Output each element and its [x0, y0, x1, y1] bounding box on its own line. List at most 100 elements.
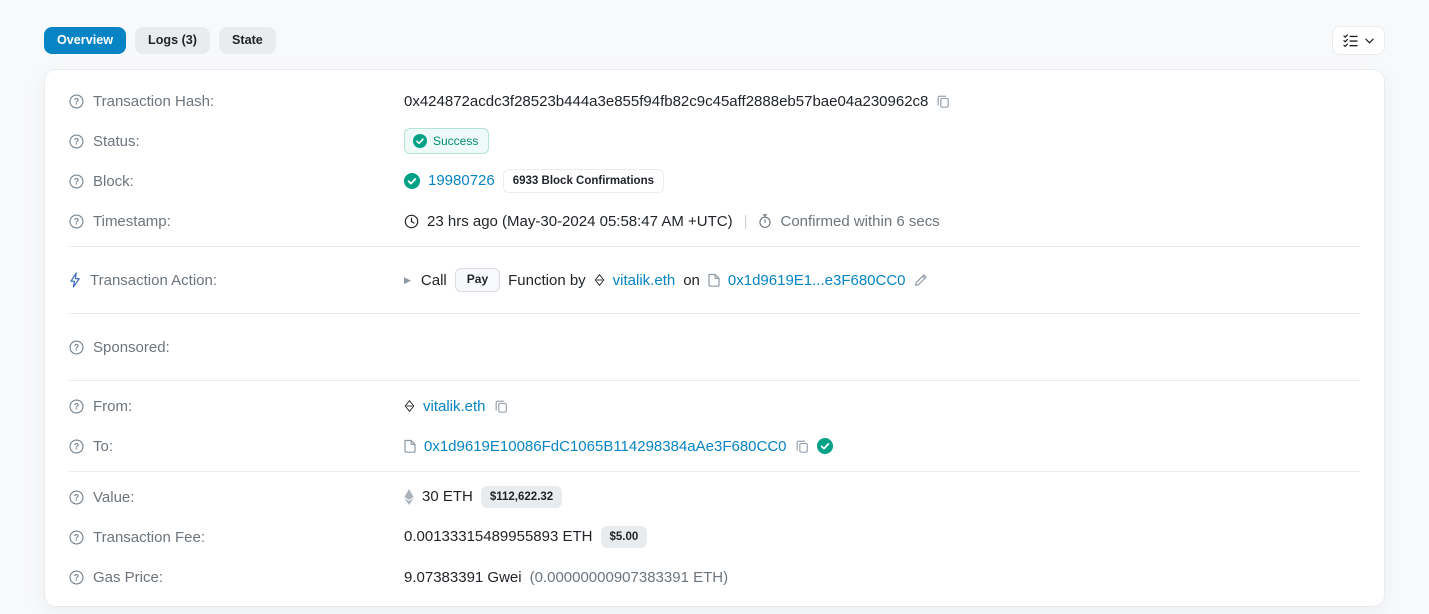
svg-text:?: ?: [74, 532, 79, 542]
transaction-hash-value: 0x424872acdc3f28523b444a3e855f94fb82c9c4…: [404, 92, 929, 110]
timestamp-label-cell: ? Timestamp:: [69, 213, 404, 230]
sponsored-label: Sponsored:: [93, 338, 170, 356]
help-icon[interactable]: ?: [69, 438, 84, 454]
help-icon[interactable]: ?: [69, 93, 84, 109]
help-icon[interactable]: ?: [69, 398, 84, 414]
row-from: ? From: vitalik.eth: [69, 386, 1360, 426]
row-transaction-fee: ? Transaction Fee: 0.00133315489955893 E…: [69, 517, 1360, 557]
action-function-by-text: Function by: [508, 271, 586, 289]
svg-text:?: ?: [74, 401, 79, 411]
transaction-hash-label: Transaction Hash:: [93, 92, 215, 110]
gas-price-eth: (0.00000000907383391 ETH): [529, 568, 729, 586]
transaction-fee-label: Transaction Fee:: [93, 528, 205, 546]
ethereum-logo-icon: [404, 488, 414, 505]
svg-text:?: ?: [74, 572, 79, 582]
block-number-link[interactable]: 19980726: [428, 172, 495, 189]
clock-icon: [404, 214, 419, 229]
group-value-fee-gas: ? Value: 30 ETH $112,622.32 ? Transactio…: [69, 472, 1360, 602]
from-label-cell: ? From:: [69, 398, 404, 415]
eth-diamond-icon: [404, 400, 415, 412]
to-address-link[interactable]: 0x1d9619E10086FdC1065B114298384aAe3F680C…: [424, 438, 787, 455]
timestamp-label: Timestamp:: [93, 212, 171, 230]
value-amount: 30 ETH: [422, 488, 473, 506]
to-label: To:: [93, 437, 114, 455]
block-confirmations-badge: 6933 Block Confirmations: [502, 168, 664, 194]
svg-text:?: ?: [74, 136, 79, 146]
to-label-cell: ? To:: [69, 438, 404, 455]
svg-text:?: ?: [74, 176, 79, 186]
from-label: From:: [93, 397, 133, 415]
row-value: ? Value: 30 ETH $112,622.32: [69, 477, 1360, 517]
timestamp-value: 23 hrs ago (May-30-2024 05:58:47 AM +UTC…: [427, 212, 733, 230]
row-block: ? Block: 19980726 6933 Block Confirmatio…: [69, 161, 1360, 201]
row-transaction-hash: ? Transaction Hash: 0x424872acdc3f28523b…: [69, 81, 1360, 121]
value-label-cell: ? Value:: [69, 489, 404, 506]
help-icon[interactable]: ?: [69, 133, 84, 149]
check-circle-icon: [404, 172, 420, 189]
row-status: ? Status: Success: [69, 121, 1360, 161]
fee-label-cell: ? Transaction Fee:: [69, 529, 404, 546]
status-label-cell: ? Status:: [69, 133, 404, 150]
gas-price-label: Gas Price:: [93, 568, 164, 586]
copy-to-button[interactable]: [795, 439, 809, 454]
gas-price-label-cell: ? Gas Price:: [69, 569, 404, 586]
group-from-to: ? From: vitalik.eth ? To: 0x1d9619E10086…: [69, 381, 1360, 471]
check-circle-icon: [816, 438, 833, 454]
contract-document-icon: [708, 273, 720, 287]
svg-text:?: ?: [74, 441, 79, 451]
row-transaction-action: Transaction Action: ▶ Call Pay Function …: [69, 260, 1360, 300]
transaction-details-card: ? Transaction Hash: 0x424872acdc3f28523b…: [44, 69, 1385, 607]
bolt-icon: [69, 272, 81, 288]
action-on-text: on: [683, 271, 700, 289]
help-icon[interactable]: ?: [69, 173, 84, 189]
stopwatch-icon: [758, 213, 772, 229]
block-label-cell: ? Block:: [69, 173, 404, 190]
row-sponsored: ? Sponsored:: [69, 327, 1360, 367]
tab-overview[interactable]: Overview: [44, 27, 127, 54]
eth-diamond-icon: [594, 274, 605, 286]
svg-text:?: ?: [74, 342, 79, 352]
tab-list: Overview Logs (3) State: [44, 27, 276, 54]
transaction-fee-amount: 0.00133315489955893 ETH: [404, 528, 593, 546]
top-bar: Overview Logs (3) State: [0, 0, 1429, 55]
tab-state[interactable]: State: [219, 27, 276, 54]
list-check-icon: [1343, 34, 1358, 47]
action-sender-link[interactable]: vitalik.eth: [613, 272, 676, 289]
contract-document-icon: [404, 439, 416, 453]
svg-text:?: ?: [74, 216, 79, 226]
display-options-button[interactable]: [1332, 26, 1385, 55]
value-label: Value:: [93, 488, 135, 506]
svg-text:?: ?: [74, 492, 79, 502]
group-transaction-action: Transaction Action: ▶ Call Pay Function …: [69, 247, 1360, 313]
block-label: Block:: [93, 172, 134, 190]
status-badge-text: Success: [433, 134, 479, 148]
action-contract-link[interactable]: 0x1d9619E1...e3F680CC0: [728, 272, 906, 289]
confirmed-within-text: Confirmed within 6 secs: [780, 212, 940, 230]
transaction-action-label: Transaction Action:: [90, 271, 218, 289]
help-icon[interactable]: ?: [69, 213, 84, 229]
help-icon[interactable]: ?: [69, 529, 84, 545]
help-icon[interactable]: ?: [69, 489, 84, 505]
help-icon[interactable]: ?: [69, 339, 84, 355]
copy-hash-button[interactable]: [936, 94, 950, 109]
row-timestamp: ? Timestamp: 23 hrs ago (May-30-2024 05:…: [69, 201, 1360, 241]
edit-pencil-icon[interactable]: [914, 273, 928, 287]
check-circle-icon: [413, 134, 427, 148]
from-address-link[interactable]: vitalik.eth: [423, 398, 486, 415]
chevron-down-icon: [1365, 38, 1374, 44]
timestamp-separator: |: [743, 212, 748, 230]
copy-from-button[interactable]: [494, 399, 508, 414]
help-icon[interactable]: ?: [69, 569, 84, 585]
status-badge: Success: [404, 128, 490, 154]
gas-price-gwei: 9.07383391 Gwei: [404, 568, 522, 586]
group-sponsored: ? Sponsored:: [69, 314, 1360, 380]
row-to: ? To: 0x1d9619E10086FdC1065B114298384aAe…: [69, 426, 1360, 466]
transaction-action-label-cell: Transaction Action:: [69, 272, 404, 289]
tab-logs[interactable]: Logs (3): [135, 27, 210, 54]
action-method-badge: Pay: [454, 268, 501, 292]
action-call-text: Call: [420, 271, 447, 289]
group-overview-top: ? Transaction Hash: 0x424872acdc3f28523b…: [69, 76, 1360, 246]
caret-right-icon[interactable]: ▶: [404, 275, 411, 286]
svg-text:?: ?: [74, 96, 79, 106]
row-gas-price: ? Gas Price: 9.07383391 Gwei (0.00000000…: [69, 557, 1360, 597]
